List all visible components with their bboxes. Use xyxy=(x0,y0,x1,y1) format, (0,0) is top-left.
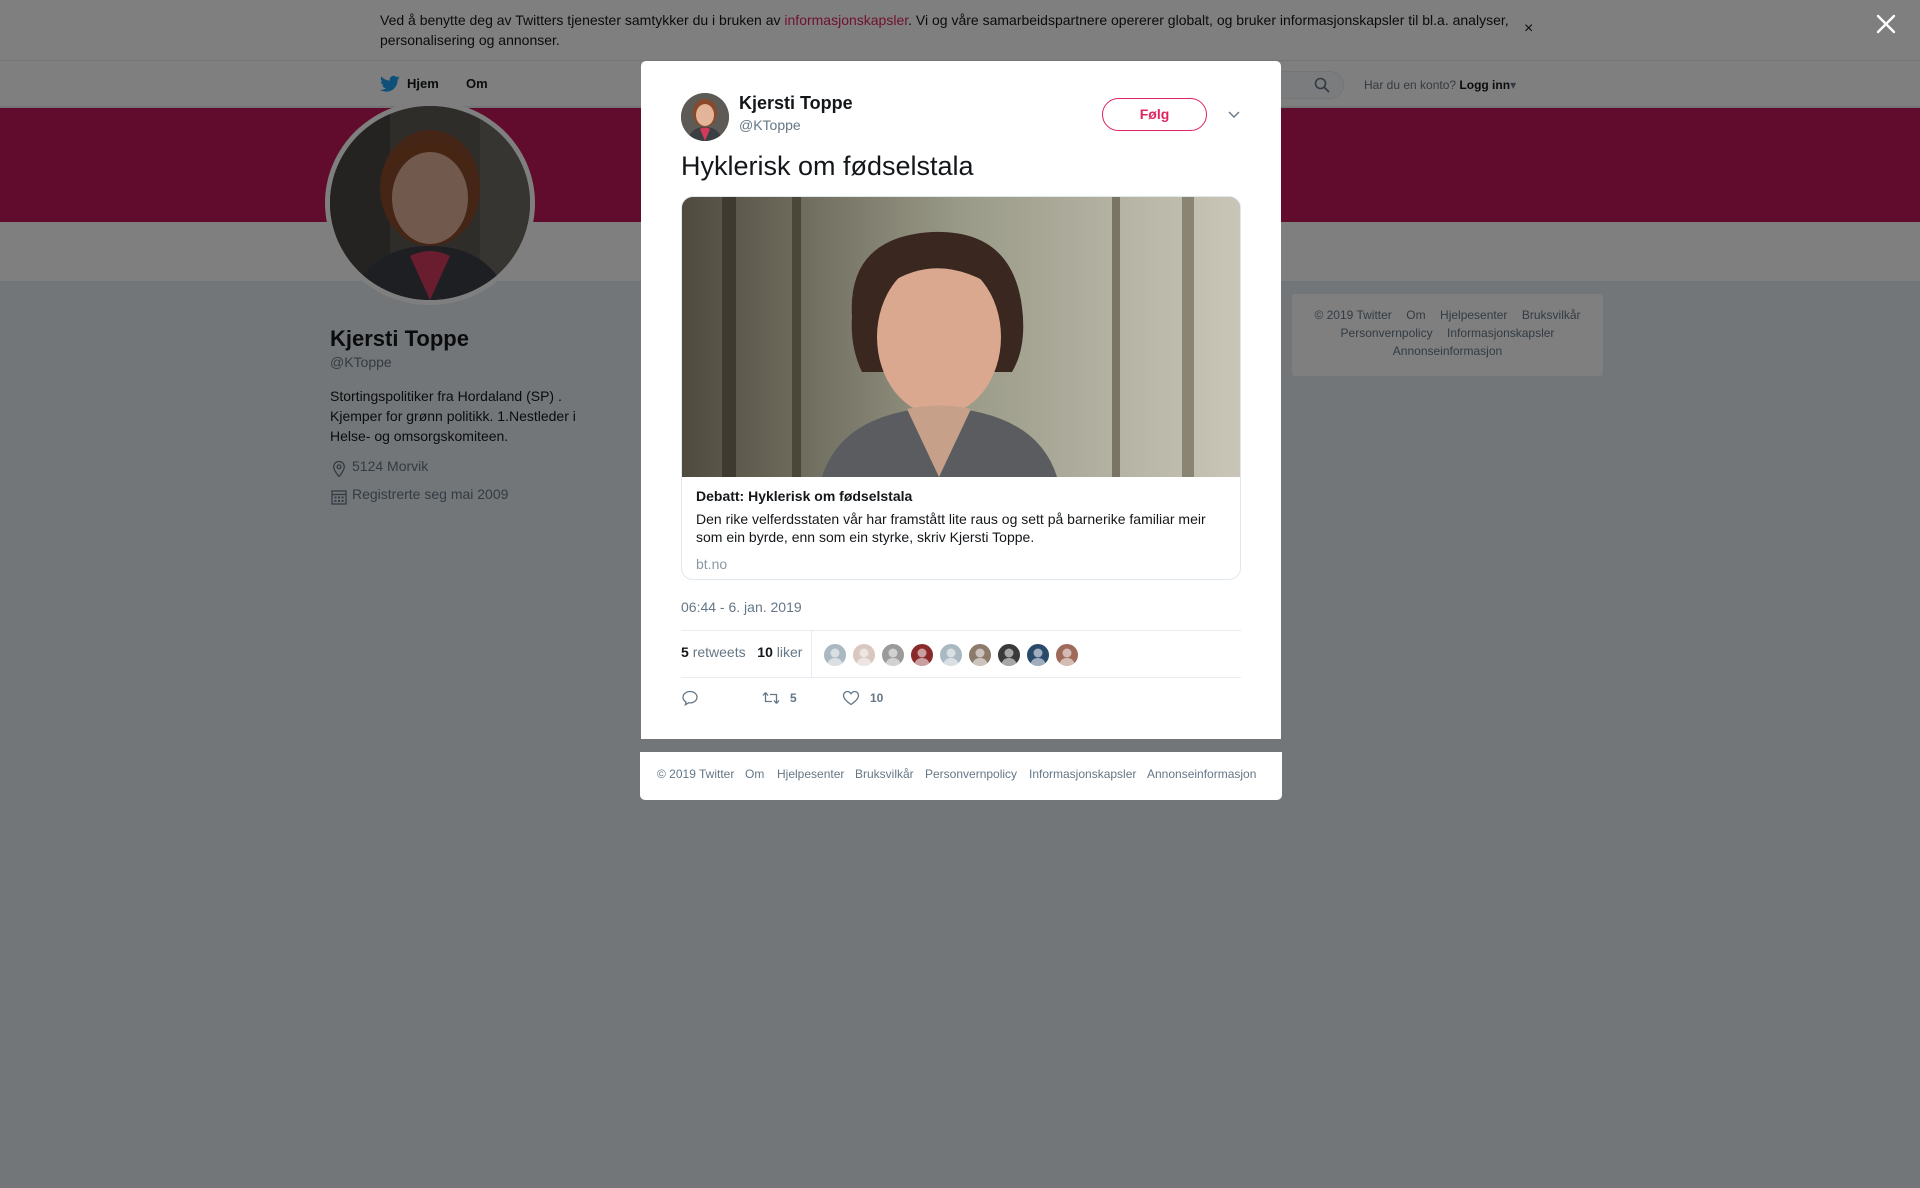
tweet-timestamp[interactable]: 06:44 - 6. jan. 2019 xyxy=(681,599,802,615)
liker-avatar[interactable] xyxy=(968,643,992,667)
tweet-text: Hyklerisk om fødselstala xyxy=(681,151,974,181)
liker-avatar[interactable] xyxy=(939,643,963,667)
tweet-stat-counts: 5 retweets 10 liker xyxy=(681,644,802,660)
liker-avatar[interactable] xyxy=(852,643,876,667)
reply-icon[interactable] xyxy=(681,689,699,707)
retweets-label[interactable]: retweets xyxy=(693,644,746,660)
liker-avatar[interactable] xyxy=(881,643,905,667)
retweet-action-count: 5 xyxy=(790,691,797,705)
likes-count[interactable]: 10 xyxy=(757,644,773,660)
modal-footer-link-help[interactable]: Hjelpesenter xyxy=(777,767,844,781)
modal-footer: © 2019 Twitter Om Hjelpesenter Bruksvilk… xyxy=(640,752,1282,800)
like-action-count: 10 xyxy=(870,691,884,705)
link-card-image[interactable] xyxy=(682,197,1240,477)
tweet-author-name[interactable]: Kjersti Toppe xyxy=(739,93,853,114)
tweet-author-handle[interactable]: @KToppe xyxy=(739,117,801,133)
modal-footer-link-terms[interactable]: Bruksvilkår xyxy=(855,767,914,781)
liker-avatar[interactable] xyxy=(910,643,934,667)
link-card[interactable]: Debatt: Hyklerisk om fødselstala Den rik… xyxy=(681,196,1241,580)
retweet-icon[interactable] xyxy=(762,689,780,707)
tweet-stats: 5 retweets 10 liker xyxy=(681,630,1241,678)
likes-label[interactable]: liker xyxy=(777,644,803,660)
liker-avatar[interactable] xyxy=(1026,643,1050,667)
modal-footer-link-about[interactable]: Om xyxy=(745,767,764,781)
modal-footer-link-ads[interactable]: Annonseinformasjon xyxy=(1147,767,1256,781)
heart-icon[interactable] xyxy=(842,689,860,707)
liker-avatar[interactable] xyxy=(1055,643,1079,667)
link-card-description: Den rike velferdsstaten vår har framståt… xyxy=(696,511,1206,545)
link-card-title: Debatt: Hyklerisk om fødselstala xyxy=(696,488,913,504)
close-icon[interactable] xyxy=(1872,10,1900,38)
link-card-domain: bt.no xyxy=(696,556,728,572)
retweets-count[interactable]: 5 xyxy=(681,644,689,660)
tweet-modal: Kjersti Toppe @KToppe Følg Hyklerisk om … xyxy=(641,61,1281,739)
liker-avatar[interactable] xyxy=(823,643,847,667)
follow-button[interactable]: Følg xyxy=(1102,98,1207,131)
modal-footer-link-cookies[interactable]: Informasjonskapsler xyxy=(1029,767,1136,781)
chevron-down-icon[interactable] xyxy=(1227,107,1241,121)
tweet-author-avatar[interactable] xyxy=(681,93,729,141)
liker-avatar[interactable] xyxy=(997,643,1021,667)
modal-footer-copyright: © 2019 Twitter xyxy=(657,767,735,781)
modal-footer-link-privacy[interactable]: Personvernpolicy xyxy=(925,767,1017,781)
stats-divider xyxy=(811,631,812,677)
